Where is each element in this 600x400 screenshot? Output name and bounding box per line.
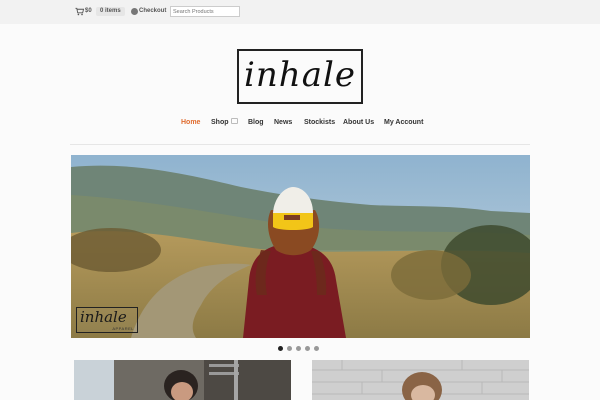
hero-watermark-title: inhale xyxy=(80,308,127,326)
search-input[interactable] xyxy=(170,6,240,17)
nav-item-blog[interactable]: Blog xyxy=(248,119,264,126)
dropdown-icon xyxy=(230,118,238,125)
hero-image xyxy=(71,155,530,338)
cart-items-count[interactable]: 0 items xyxy=(96,7,125,16)
slider-dot-3[interactable] xyxy=(296,346,301,351)
nav-item-about-us[interactable]: About Us xyxy=(343,119,374,126)
hero-watermark-subtitle: APPAREL xyxy=(112,326,134,331)
nav-item-home[interactable]: Home xyxy=(181,119,200,126)
main-navigation: Home Shop Blog News Stockists About Us M… xyxy=(0,118,600,131)
product-image-2 xyxy=(312,360,529,400)
product-image-1 xyxy=(74,360,291,400)
slider-dot-5[interactable] xyxy=(314,346,319,351)
checkout-icon[interactable] xyxy=(131,8,138,15)
cart-icon[interactable] xyxy=(75,7,84,16)
nav-item-news[interactable]: News xyxy=(274,119,292,126)
hero-watermark-logo: inhale APPAREL xyxy=(76,307,138,333)
nav-item-my-account[interactable]: My Account xyxy=(384,119,423,126)
hero-slider[interactable]: inhale APPAREL xyxy=(71,155,530,338)
logo-text: inhale xyxy=(244,54,356,95)
slider-dot-1[interactable] xyxy=(278,346,283,351)
nav-divider xyxy=(70,144,530,145)
nav-item-shop[interactable]: Shop xyxy=(211,118,238,126)
product-thumbnail-1[interactable] xyxy=(74,360,291,400)
product-thumbnail-2[interactable] xyxy=(312,360,529,400)
nav-item-stockists[interactable]: Stockists xyxy=(304,119,335,126)
slider-dot-4[interactable] xyxy=(305,346,310,351)
slider-dot-2[interactable] xyxy=(287,346,292,351)
site-logo[interactable]: inhale xyxy=(237,49,363,104)
top-bar: $0 0 items Checkout xyxy=(0,0,600,24)
cart-total[interactable]: $0 xyxy=(85,8,92,14)
checkout-link[interactable]: Checkout xyxy=(139,8,166,14)
slider-pagination xyxy=(278,346,324,352)
nav-item-shop-label: Shop xyxy=(211,119,229,126)
